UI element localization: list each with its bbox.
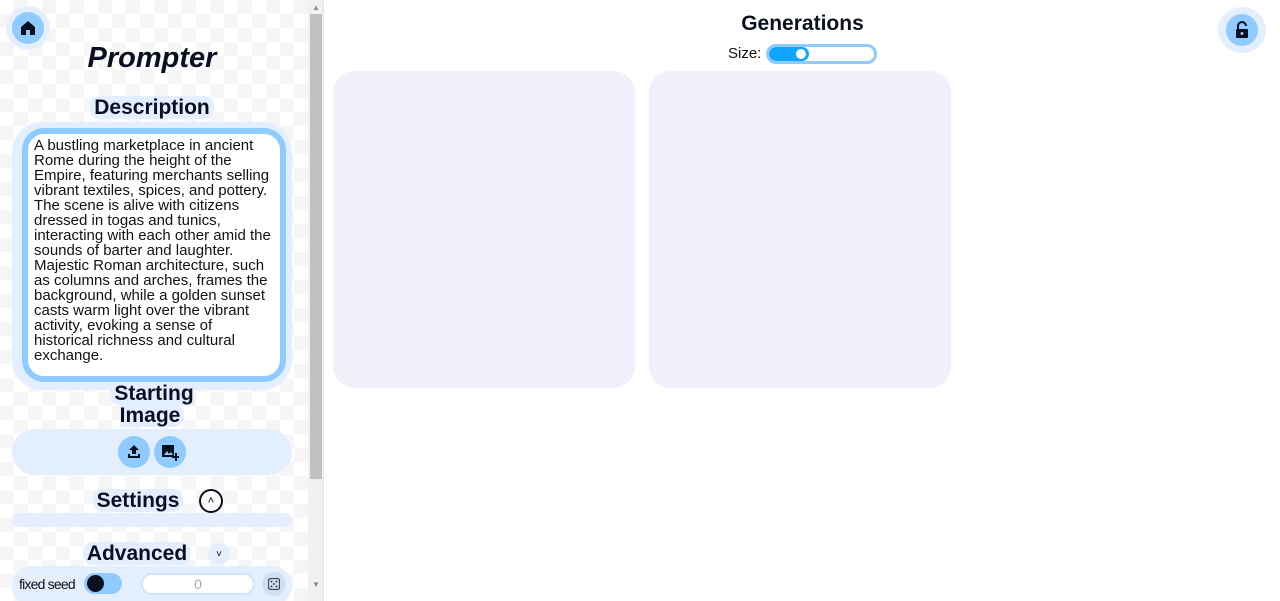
chevron-down-icon: ˅ (216, 548, 222, 560)
description-textarea[interactable]: A bustling marketplace in ancient Rome d… (22, 128, 286, 382)
settings-collapse-button[interactable]: ˄ (199, 489, 223, 513)
settings-heading: Settings (0, 489, 304, 513)
generation-card[interactable] (649, 71, 951, 388)
add-photo-icon (162, 445, 179, 461)
scroll-up-arrow[interactable]: ▲ (312, 3, 320, 12)
upload-image-button[interactable] (118, 436, 150, 468)
sidebar: Prompter Description A bustling marketpl… (0, 0, 308, 601)
size-slider[interactable] (766, 44, 877, 64)
add-image-button[interactable] (154, 436, 186, 468)
sidebar-scrollbar[interactable]: ▲ ▼ (308, 0, 324, 601)
chevron-up-icon: ˄ (207, 495, 215, 507)
random-seed-button[interactable] (262, 572, 286, 596)
dice-icon (268, 578, 280, 590)
fixed-seed-toggle[interactable] (84, 573, 122, 594)
scroll-down-arrow[interactable]: ▼ (312, 580, 320, 589)
generation-card[interactable] (333, 71, 635, 388)
home-icon (21, 21, 35, 35)
size-label: Size: (728, 45, 762, 62)
seed-input[interactable]: 0 (141, 573, 255, 595)
settings-panel (12, 513, 292, 527)
scroll-thumb[interactable] (310, 14, 322, 479)
description-container: A bustling marketplace in ancient Rome d… (12, 122, 292, 390)
lock-button[interactable] (1218, 7, 1266, 53)
starting-image-heading: Starting Image (0, 382, 304, 427)
advanced-heading: Advanced (0, 542, 304, 566)
advanced-panel: fixed seed 0 (12, 566, 292, 601)
advanced-expand-button[interactable]: ˅ (208, 543, 230, 565)
description-heading: Description (0, 96, 304, 120)
fixed-seed-label: fixed seed (19, 576, 76, 592)
app-title: Prompter (87, 42, 217, 74)
generations-title: Generations (741, 12, 864, 35)
starting-image-panel (12, 429, 292, 475)
unlock-icon (1236, 21, 1248, 38)
upload-icon (128, 445, 140, 458)
